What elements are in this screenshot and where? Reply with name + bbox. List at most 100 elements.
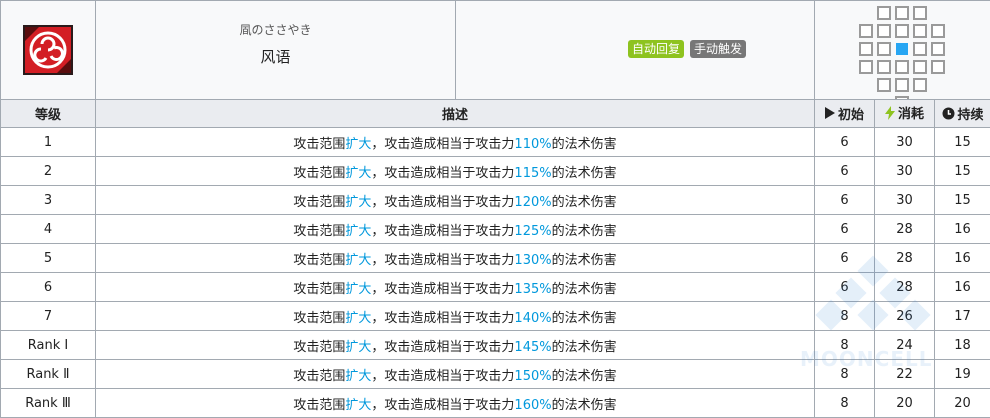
table-row: 2 攻击范围扩大，攻击造成相当于攻击力115%的法术伤害 6 30 15 xyxy=(0,156,990,186)
desc-suffix: 的法术伤害 xyxy=(551,194,617,210)
skill-cn-name: 风语 xyxy=(260,48,291,66)
table-row: Rank Ⅰ 攻击范围扩大，攻击造成相当于攻击力145%的法术伤害 8 24 18 xyxy=(0,330,990,360)
range-cell xyxy=(931,60,945,74)
row-initial: 6 xyxy=(814,156,875,186)
row-cost: 30 xyxy=(874,156,935,186)
col-level-header: 等级 xyxy=(0,99,96,128)
range-cell xyxy=(913,60,927,74)
col-initial-label: 初始 xyxy=(837,107,864,123)
row-description: 攻击范围扩大，攻击造成相当于攻击力130%的法术伤害 xyxy=(95,243,815,273)
desc-prefix: 攻击范围 xyxy=(293,136,346,152)
play-icon xyxy=(824,107,835,123)
desc-suffix: 的法术伤害 xyxy=(551,368,617,384)
row-level: 3 xyxy=(0,185,96,215)
row-level: Rank Ⅲ xyxy=(0,388,96,418)
skill-name-cell: 凮のささやき 风语 xyxy=(95,0,456,100)
desc-highlight: 扩大 xyxy=(345,281,372,297)
row-duration: 15 xyxy=(933,127,990,157)
range-center-cell xyxy=(896,43,908,55)
attack-range-cell xyxy=(813,0,990,100)
desc-middle: ，攻击造成相当于攻击力 xyxy=(371,397,515,413)
row-cost: 28 xyxy=(874,243,935,273)
range-cell xyxy=(913,78,927,92)
desc-percent: 135% xyxy=(514,281,552,297)
row-description: 攻击范围扩大，攻击造成相当于攻击力160%的法术伤害 xyxy=(95,388,815,418)
desc-highlight: 扩大 xyxy=(345,397,372,413)
row-duration: 16 xyxy=(933,272,990,302)
desc-middle: ，攻击造成相当于攻击力 xyxy=(371,310,515,326)
desc-middle: ，攻击造成相当于攻击力 xyxy=(371,194,515,210)
table-row: 7 攻击范围扩大，攻击造成相当于攻击力140%的法术伤害 8 26 17 xyxy=(0,301,990,331)
row-cost: 28 xyxy=(874,214,935,244)
row-level: 2 xyxy=(0,156,96,186)
range-cell xyxy=(895,6,909,20)
tag-auto-recovery: 自动回复 xyxy=(627,40,684,58)
range-cell xyxy=(859,42,873,56)
row-description: 攻击范围扩大，攻击造成相当于攻击力145%的法术伤害 xyxy=(95,330,815,360)
range-cell xyxy=(859,24,873,38)
range-cell xyxy=(877,42,891,56)
row-duration: 16 xyxy=(933,243,990,273)
row-level: 6 xyxy=(0,272,96,302)
row-level: 5 xyxy=(0,243,96,273)
desc-middle: ，攻击造成相当于攻击力 xyxy=(371,165,515,181)
desc-suffix: 的法术伤害 xyxy=(551,252,617,268)
row-cost: 26 xyxy=(874,301,935,331)
desc-suffix: 的法术伤害 xyxy=(551,136,617,152)
desc-suffix: 的法术伤害 xyxy=(551,165,617,181)
row-duration: 17 xyxy=(933,301,990,331)
row-cost: 30 xyxy=(874,127,935,157)
table-row: 4 攻击范围扩大，攻击造成相当于攻击力125%的法术伤害 6 28 16 xyxy=(0,214,990,244)
desc-middle: ，攻击造成相当于攻击力 xyxy=(371,339,515,355)
desc-highlight: 扩大 xyxy=(345,194,372,210)
range-cell xyxy=(859,60,873,74)
desc-prefix: 攻击范围 xyxy=(293,252,346,268)
desc-middle: ，攻击造成相当于攻击力 xyxy=(371,281,515,297)
row-description: 攻击范围扩大，攻击造成相当于攻击力120%的法术伤害 xyxy=(95,185,815,215)
desc-middle: ，攻击造成相当于攻击力 xyxy=(371,136,515,152)
range-cell xyxy=(931,42,945,56)
desc-prefix: 攻击范围 xyxy=(293,281,346,297)
desc-highlight: 扩大 xyxy=(345,136,372,152)
row-level: 7 xyxy=(0,301,96,331)
row-description: 攻击范围扩大，攻击造成相当于攻击力125%的法术伤害 xyxy=(95,214,815,244)
row-cost: 28 xyxy=(874,272,935,302)
desc-prefix: 攻击范围 xyxy=(293,310,346,326)
column-header-row: 等级 描述 初始 消耗 持续 xyxy=(0,99,990,128)
col-initial-header: 初始 xyxy=(814,99,875,128)
desc-percent: 150% xyxy=(514,368,552,384)
range-cell xyxy=(877,24,891,38)
desc-prefix: 攻击范围 xyxy=(293,339,346,355)
row-description: 攻击范围扩大，攻击造成相当于攻击力135%的法术伤害 xyxy=(95,272,815,302)
col-cost-label: 消耗 xyxy=(897,107,924,123)
row-initial: 8 xyxy=(814,330,875,360)
range-cell xyxy=(895,60,909,74)
table-row: 3 攻击范围扩大，攻击造成相当于攻击力120%的法术伤害 6 30 15 xyxy=(0,185,990,215)
row-initial: 6 xyxy=(814,127,875,157)
skill-jp-name: 凮のささやき xyxy=(239,23,312,37)
row-duration: 16 xyxy=(933,214,990,244)
desc-percent: 140% xyxy=(514,310,552,326)
table-row: 1 攻击范围扩大，攻击造成相当于攻击力110%的法术伤害 6 30 15 xyxy=(0,127,990,157)
col-desc-header: 描述 xyxy=(95,99,815,128)
row-cost: 20 xyxy=(874,388,935,418)
desc-highlight: 扩大 xyxy=(345,339,372,355)
desc-middle: ，攻击造成相当于攻击力 xyxy=(371,368,515,384)
desc-percent: 145% xyxy=(514,339,552,355)
clock-icon xyxy=(942,107,955,124)
row-cost: 22 xyxy=(874,359,935,389)
row-initial: 8 xyxy=(814,388,875,418)
lightning-icon xyxy=(884,105,895,124)
skill-table: 凮のささやき 风语 自动回复 手动触发 等级 描述 初始 消耗 持续 1 攻击范围扩… xyxy=(0,0,990,418)
col-duration-header: 持续 xyxy=(933,99,990,128)
range-cell xyxy=(931,24,945,38)
row-duration: 19 xyxy=(933,359,990,389)
range-cell xyxy=(877,78,891,92)
range-cell xyxy=(913,24,927,38)
desc-middle: ，攻击造成相当于攻击力 xyxy=(371,223,515,239)
desc-percent: 120% xyxy=(514,194,552,210)
range-cell xyxy=(877,6,891,20)
desc-prefix: 攻击范围 xyxy=(293,223,346,239)
row-initial: 8 xyxy=(814,359,875,389)
row-cost: 24 xyxy=(874,330,935,360)
